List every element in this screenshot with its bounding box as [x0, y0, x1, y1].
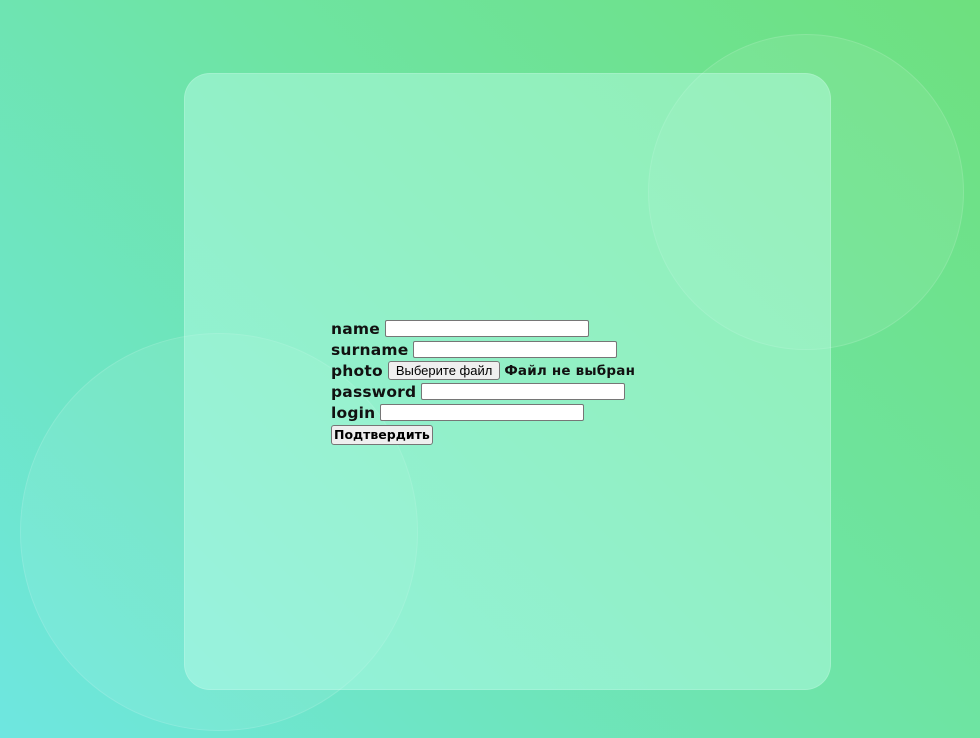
surname-row: surname [331, 339, 635, 360]
photo-row: photo Выберите файл Файл не выбран [331, 360, 635, 381]
login-row: login [331, 402, 635, 423]
login-label: login [331, 403, 376, 422]
surname-input[interactable] [413, 341, 618, 358]
password-row: password [331, 381, 635, 402]
registration-form: name surname photo Выберите файл Файл не… [331, 318, 635, 445]
choose-file-button[interactable]: Выберите файл [387, 361, 501, 380]
name-row: name [331, 318, 635, 339]
password-input[interactable] [421, 383, 626, 400]
file-status-text: Файл не выбран [504, 362, 636, 379]
photo-label: photo [331, 361, 383, 380]
submit-row: Подтвердить [331, 423, 635, 445]
name-input[interactable] [384, 320, 589, 337]
submit-button[interactable]: Подтвердить [331, 424, 433, 445]
name-label: name [331, 319, 380, 338]
surname-label: surname [331, 340, 409, 359]
password-label: password [331, 382, 417, 401]
login-input[interactable] [380, 404, 585, 421]
